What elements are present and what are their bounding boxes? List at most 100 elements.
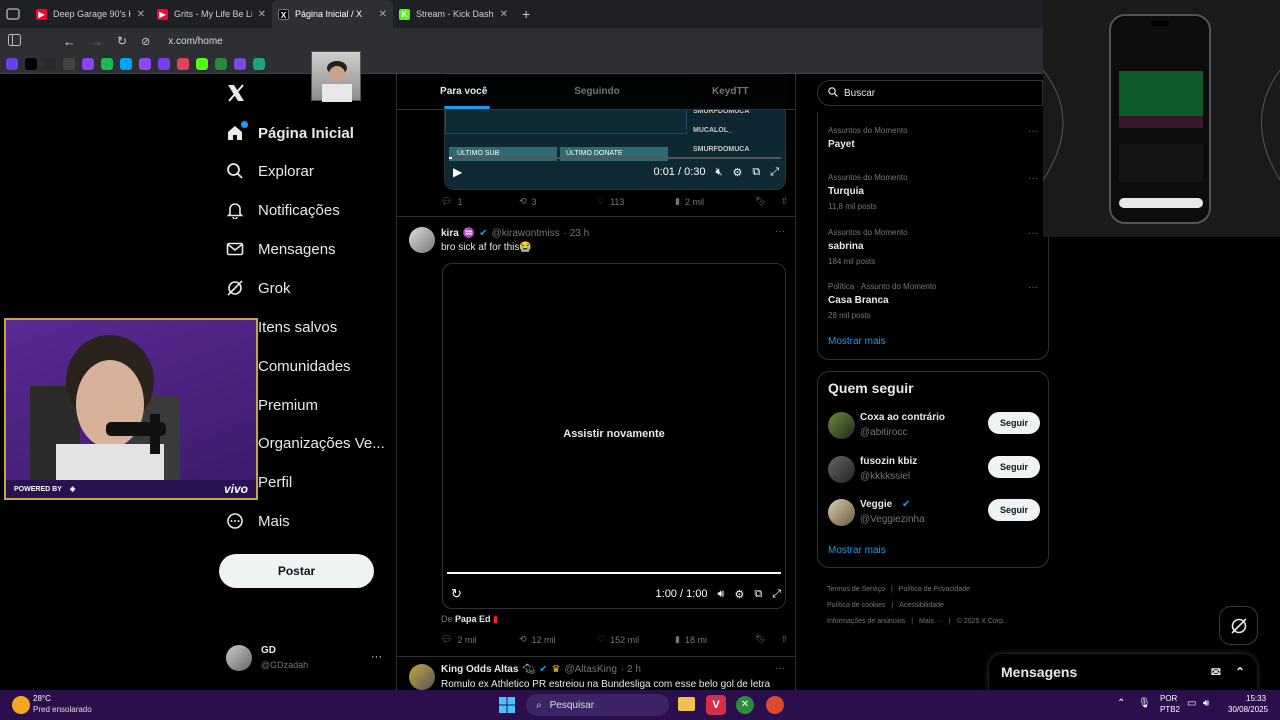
footer-link[interactable]: © 2025 X Corp. [957,618,1005,625]
author-name[interactable]: kira [441,228,459,239]
suggestion-name[interactable]: Veggie [860,499,892,510]
author-name[interactable]: King Odds Altas [441,664,518,675]
video-progress[interactable] [447,572,781,574]
footer-link[interactable]: Informações de anúncios [827,618,905,625]
post-menu-icon[interactable]: ··· [775,226,785,237]
trends-show-more[interactable]: Mostrar mais [828,336,886,347]
reload-icon[interactable]: ↻ [117,34,127,48]
tab-close-icon[interactable]: ✕ [137,9,145,20]
weather-icon[interactable] [12,696,30,714]
avatar[interactable] [409,664,435,690]
bookmark-favicon-icon[interactable] [82,57,94,70]
xbox-icon[interactable]: ✕ [736,696,754,714]
bookmark-favicon-icon[interactable] [25,57,37,70]
like-button[interactable]: ♡ 113 [597,196,675,207]
nav-item-search[interactable]: Explorar [226,159,314,183]
grok-button[interactable] [1219,606,1258,645]
replay-button[interactable]: Assistir novamente [443,428,785,440]
app-icon[interactable] [766,696,784,714]
nav-item-more-circle[interactable]: Mais [226,509,290,533]
follow-show-more[interactable]: Mostrar mais [828,545,886,556]
trend-item[interactable]: Assuntos do Momento Turquia 11,8 mil posts… [828,173,1038,211]
pip-icon[interactable]: ⧉ [752,166,760,179]
browser-tab[interactable]: ▶ Deep Garage 90's House ✕ [30,0,151,28]
video-progress[interactable] [449,157,781,159]
follow-suggestion[interactable]: Coxa ao contrário @abitirocc Seguir [828,412,1040,442]
trend-item[interactable]: Política · Assunto do Momento Casa Branca… [828,282,1038,320]
post-menu-icon[interactable]: ··· [775,663,785,674]
feed-tab[interactable]: KeydTT [664,74,795,109]
from-name[interactable]: Papa Ed [455,614,491,624]
new-message-icon[interactable]: ✉ [1211,665,1221,679]
bookmark-favicon-icon[interactable] [120,57,132,70]
footer-link[interactable]: Mais ··· [919,618,943,625]
tab-close-icon[interactable]: ✕ [258,9,266,20]
expand-icon[interactable]: ⌃ [1235,665,1245,679]
follow-button[interactable]: Seguir [988,456,1040,478]
bookmark-icon[interactable]: 🔖︎ [755,634,766,645]
views-button[interactable]: ▮ 18 mi [675,634,755,645]
author-handle[interactable]: @AltasKing [564,664,616,675]
new-tab-button[interactable]: + [514,6,538,22]
forward-icon[interactable]: → [90,34,103,49]
follow-button[interactable]: Seguir [988,412,1040,434]
post-video[interactable]: Assistir novamente ↻ 1:00 / 1:00 🔊︎ ⚙ ⧉ … [442,263,786,609]
trend-menu-icon[interactable]: ··· [1028,173,1038,184]
like-button[interactable]: ♡ 152 mil [597,634,675,645]
browser-tab[interactable]: ▶ Grits - My Life Be Like ✕ [151,0,272,28]
bookmark-favicon-icon[interactable] [158,57,170,70]
x-logo-icon[interactable] [226,83,246,103]
sidebar-toggle-icon[interactable] [8,33,21,49]
trend-menu-icon[interactable]: ··· [1028,228,1038,239]
settings-icon[interactable]: ⚙ [732,166,742,179]
tray-chevron-icon[interactable]: ⌃ [1117,698,1125,709]
footer-link[interactable]: Política de cookies [827,602,885,609]
tab-close-icon[interactable]: ✕ [500,9,508,20]
site-settings-icon[interactable]: ⊘ [141,35,150,48]
feed-tab[interactable]: Para você [397,74,530,109]
messages-drawer[interactable]: Mensagens ✉ ⌃ [989,654,1257,690]
follow-suggestion[interactable]: fusozin kbiz @kkkkssiel Seguir [828,456,1040,486]
file-explorer-icon[interactable] [678,697,695,711]
repost-button[interactable]: ⟲ 12 mil [519,634,597,645]
avatar[interactable] [828,456,855,483]
bookmark-favicon-icon[interactable] [139,57,151,70]
bookmark-favicon-icon[interactable] [63,57,75,70]
bookmark-favicon-icon[interactable] [6,57,18,70]
bookmark-favicon-icon[interactable] [101,57,113,70]
tab-close-icon[interactable]: ✕ [379,9,387,20]
bookmark-favicon-icon[interactable] [215,57,227,70]
footer-link[interactable]: Termos de Serviço [827,586,885,593]
microphone-icon[interactable]: 🎙︎ [1138,698,1151,709]
reply-button[interactable]: 💬︎ 1 [441,196,519,207]
browser-tab[interactable]: X Página Inicial / X ✕ [272,0,393,28]
settings-icon[interactable]: ⚙ [734,588,744,601]
fullscreen-icon[interactable]: ⤢ [770,166,779,179]
language-label[interactable]: POR [1160,694,1177,703]
footer-link[interactable]: Política de Privacidade [899,586,970,593]
trend-menu-icon[interactable]: ··· [1028,282,1038,293]
account-menu-icon[interactable]: ··· [371,651,382,663]
search-box[interactable]: Buscar [817,80,1043,106]
bookmark-favicon-icon[interactable] [177,57,189,70]
account-avatar[interactable] [226,645,252,671]
suggestion-name[interactable]: Coxa ao contrário [860,412,945,423]
network-icon[interactable]: ▭ [1187,698,1196,709]
volume-icon[interactable]: 🔊︎ [718,588,725,601]
bookmark-icon[interactable]: 🔖︎ [755,196,766,207]
vivaldi-icon[interactable]: V [706,695,726,715]
replay-icon[interactable]: ↻ [451,586,462,602]
play-icon[interactable]: ▶ [453,165,462,179]
trend-menu-icon[interactable]: ··· [1028,126,1038,137]
trend-item[interactable]: Assuntos do Momento Payet ··· [828,126,1038,155]
follow-button[interactable]: Seguir [988,499,1040,521]
layout-label[interactable]: PTB2 [1160,705,1180,714]
address-bar[interactable]: x.com/home [168,36,222,47]
browser-menu-icon[interactable] [6,7,20,21]
bookmark-favicon-icon[interactable] [234,57,246,70]
clock-date[interactable]: 30/08/2025 [1228,705,1268,714]
start-icon[interactable] [499,697,515,713]
mute-icon[interactable]: 🔇︎ [716,166,723,179]
back-icon[interactable]: ← [63,34,76,49]
repost-button[interactable]: ⟲ 3 [519,196,597,207]
